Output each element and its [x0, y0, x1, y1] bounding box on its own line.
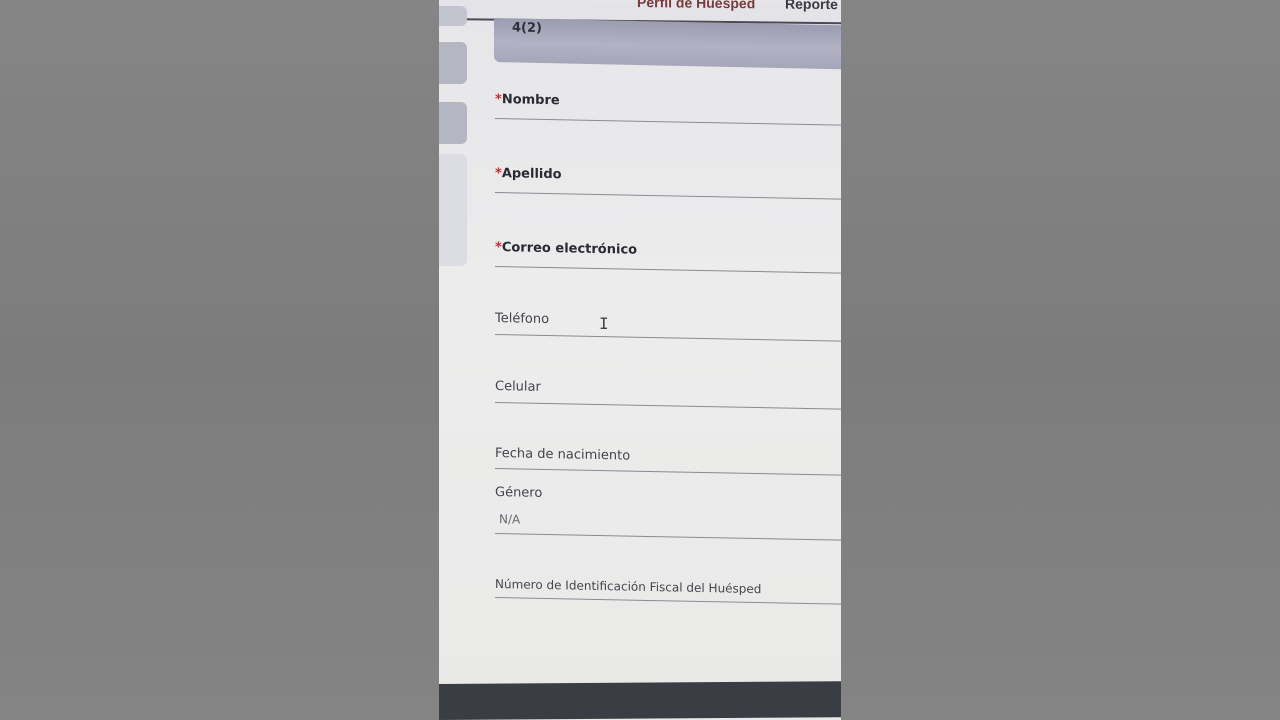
fecha-nacimiento-field[interactable]: Fecha de nacimiento: [495, 446, 841, 476]
background-left: [0, 0, 439, 720]
celular-field[interactable]: Celular: [495, 379, 841, 410]
correo-underline: [495, 266, 841, 274]
fecha-nacimiento-underline: [495, 468, 841, 476]
apellido-field[interactable]: *Apellido: [495, 166, 841, 200]
nombre-label: *Nombre: [495, 92, 560, 109]
telefono-label: Teléfono: [495, 311, 550, 328]
correo-field[interactable]: *Correo electrónico: [495, 240, 841, 274]
side-tab[interactable]: [439, 6, 467, 26]
nombre-underline: [495, 118, 841, 126]
required-mark: *: [495, 166, 502, 182]
required-mark: *: [495, 240, 502, 256]
required-mark: *: [495, 92, 502, 108]
side-tab[interactable]: [439, 42, 467, 84]
genero-label: Género: [495, 485, 543, 501]
background-right: [841, 0, 1280, 720]
nif-underline: [495, 597, 841, 605]
apellido-underline: [495, 192, 841, 200]
browser-screen: Perfil de Huésped Reporte 4(2) *Nombre *…: [439, 0, 841, 720]
telefono-field[interactable]: Teléfono: [495, 311, 841, 342]
celular-underline: [495, 402, 841, 410]
bottom-bar: [439, 681, 841, 720]
apellido-label: *Apellido: [495, 166, 562, 183]
nif-field[interactable]: Número de Identificación Fiscal del Hués…: [495, 577, 841, 605]
celular-label: Celular: [495, 379, 541, 395]
correo-label: *Correo electrónico: [495, 240, 638, 258]
side-panel: [439, 154, 467, 266]
genero-value: N/A: [499, 512, 521, 527]
nombre-field[interactable]: *Nombre: [495, 92, 841, 126]
section-header-title: 4(2): [512, 20, 542, 37]
nav-reports-link[interactable]: Reporte: [785, 0, 838, 12]
fecha-nacimiento-label: Fecha de nacimiento: [495, 446, 631, 464]
side-tab[interactable]: [439, 102, 467, 144]
section-header: 4(2): [494, 18, 841, 70]
telefono-underline: [495, 334, 841, 342]
text-cursor-icon: I: [599, 314, 609, 333]
genero-underline: [495, 533, 841, 541]
nif-label: Número de Identificación Fiscal del Hués…: [495, 577, 762, 597]
genero-select[interactable]: Género N/A: [495, 485, 841, 541]
nav-guest-profile-link[interactable]: Perfil de Huésped: [637, 0, 755, 11]
